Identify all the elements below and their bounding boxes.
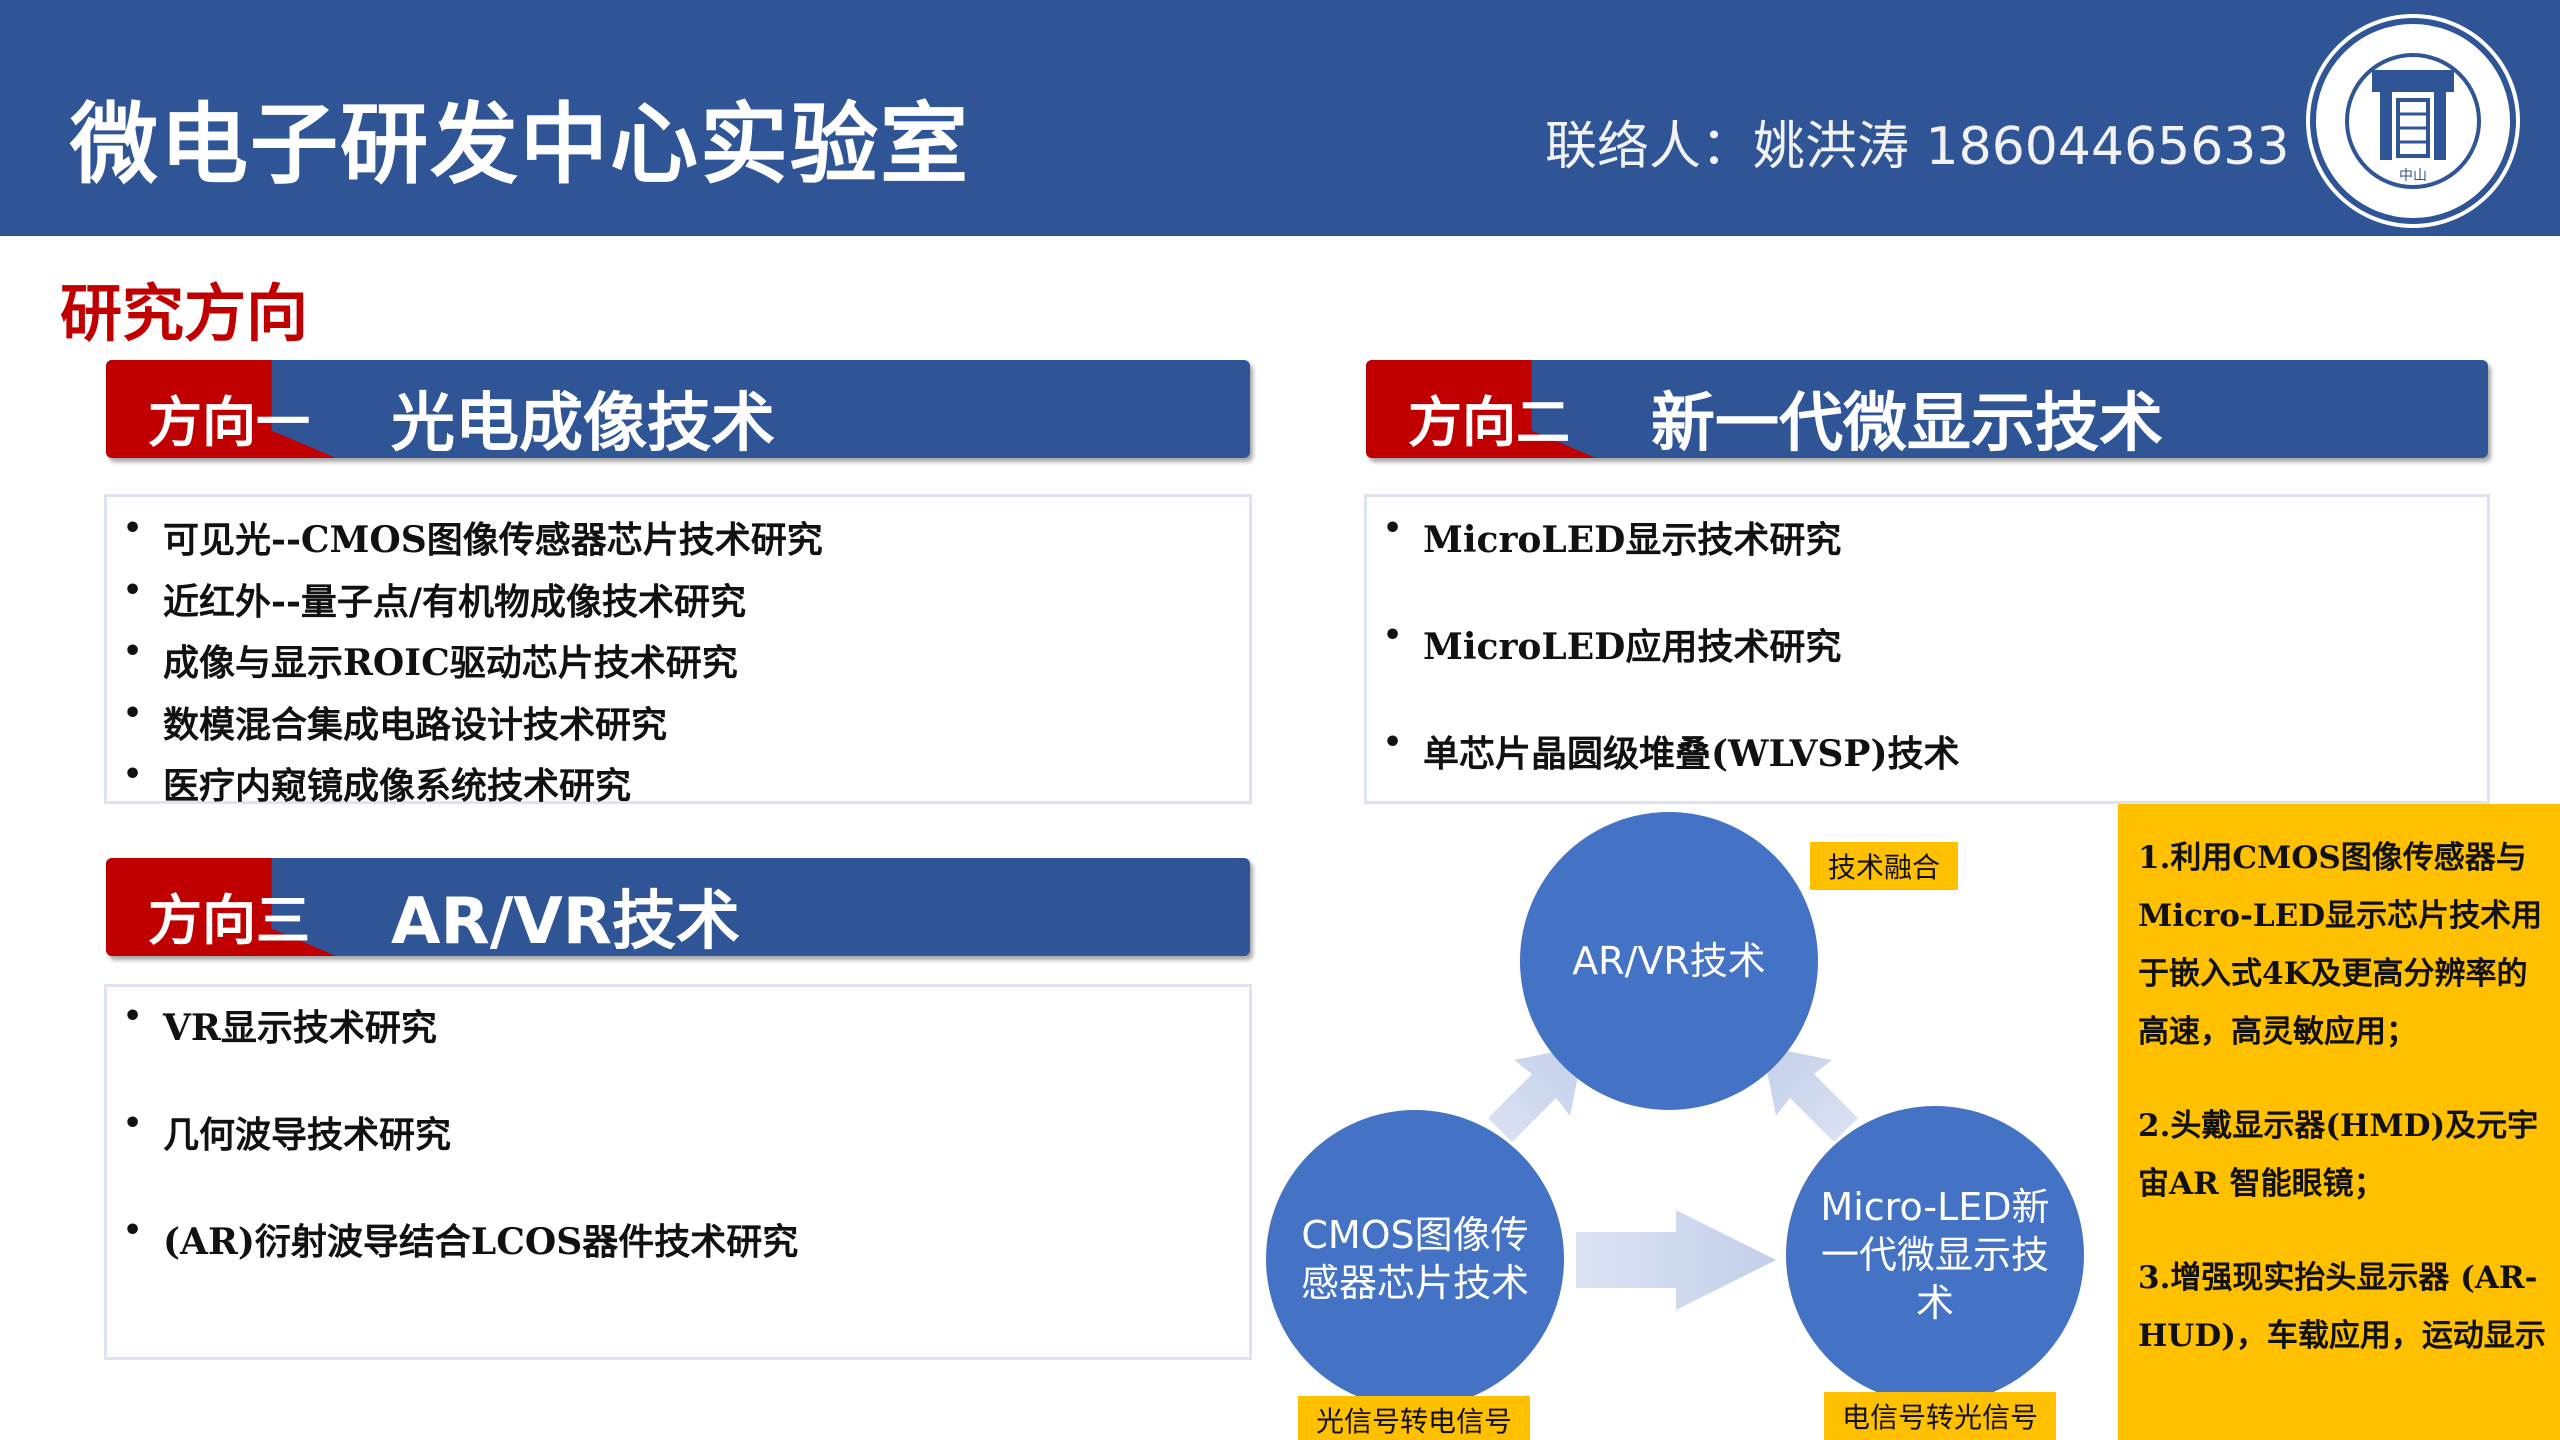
list-item: • (AR)衍射波导结合LCOS器件技术研究 bbox=[123, 1213, 799, 1263]
svg-text:中山: 中山 bbox=[2399, 168, 2427, 184]
note-electric-to-light: 电信号转光信号 bbox=[1824, 1392, 2057, 1440]
direction-1-tag: 方向一 bbox=[148, 391, 310, 454]
list-item: • MicroLED显示技术研究 bbox=[1383, 511, 1842, 561]
circle-cmos: CMOS图像传感器芯片技术 bbox=[1266, 1110, 1564, 1408]
contact-info: 联络人：姚洪涛 18604465633 bbox=[1545, 117, 2290, 177]
direction-3-list: • VR显示技术研究 • 几何波导技术研究 • (AR)衍射波导结合LCOS器件技术研… bbox=[104, 984, 1252, 1360]
panel-line: Micro-LED显示芯片技术用 bbox=[2138, 898, 2543, 934]
direction-2-name: 新一代微显示技术 bbox=[1651, 387, 2163, 461]
page-title: 微电子研发中心实验室 bbox=[70, 93, 971, 196]
panel-line: 1.利用CMOS图像传感器与 bbox=[2138, 840, 2527, 876]
note-light-to-electric: 光信号转电信号 bbox=[1298, 1396, 1531, 1440]
university-seal-icon: 中山 bbox=[2306, 14, 2520, 228]
arrow-right-icon bbox=[1576, 1210, 1776, 1310]
application-notes-panel: 1.利用CMOS图像传感器与 Micro-LED显示芯片技术用 于嵌入式4K及更… bbox=[2118, 804, 2560, 1440]
panel-line: 3.增强现实抬头显示器 (AR- bbox=[2138, 1260, 2538, 1296]
list-item: • 成像与显示ROIC驱动芯片技术研究 bbox=[123, 634, 738, 684]
direction-3-banner: 方向三 AR/VR技术 bbox=[106, 858, 1250, 959]
circle-ar-vr: AR/VR技术 bbox=[1520, 812, 1818, 1110]
direction-2-tag: 方向二 bbox=[1408, 391, 1570, 454]
list-item: • 近红外--量子点/有机物成像技术研究 bbox=[123, 573, 747, 623]
list-item: • 几何波导技术研究 bbox=[123, 1106, 452, 1156]
list-item: • MicroLED应用技术研究 bbox=[1383, 618, 1842, 668]
panel-line: HUD)，车载应用，运动显示 bbox=[2138, 1318, 2546, 1354]
direction-3-name: AR/VR技术 bbox=[391, 885, 740, 959]
panel-line: 高速，高灵敏应用； bbox=[2138, 1014, 2417, 1050]
panel-line: 2.头戴显示器(HMD)及元宇 bbox=[2138, 1108, 2539, 1144]
direction-1-list: • 可见光--CMOS图像传感器芯片技术研究 • 近红外--量子点/有机物成像技术研… bbox=[104, 494, 1252, 807]
panel-line: 于嵌入式4K及更高分辨率的 bbox=[2138, 956, 2528, 992]
panel-line: 宙AR 智能眼镜； bbox=[2138, 1166, 2385, 1202]
header-bar: 微电子研发中心实验室 联络人：姚洪涛 18604465633 中山 bbox=[0, 0, 2560, 236]
list-item: • 医疗内窥镜成像系统技术研究 bbox=[123, 757, 632, 807]
list-item: • 单芯片晶圆级堆叠(WLVSP)技术 bbox=[1383, 725, 1960, 775]
direction-3-tag: 方向三 bbox=[148, 889, 310, 952]
direction-1-name: 光电成像技术 bbox=[391, 387, 775, 461]
direction-1-banner: 方向一 光电成像技术 bbox=[106, 360, 1250, 461]
circle-micro-led: Micro-LED新一代微显示技术 bbox=[1786, 1106, 2084, 1404]
direction-2-list: • MicroLED显示技术研究 • MicroLED应用技术研究 • 单芯片晶圆级堆… bbox=[1364, 494, 2490, 804]
direction-2-banner: 方向二 新一代微显示技术 bbox=[1366, 360, 2488, 461]
list-item: • VR显示技术研究 bbox=[123, 999, 437, 1049]
note-tech-fusion: 技术融合 bbox=[1810, 842, 1959, 890]
list-item: • 可见光--CMOS图像传感器芯片技术研究 bbox=[123, 511, 823, 561]
section-title: 研究方向 bbox=[60, 277, 309, 350]
list-item: • 数模混合集成电路设计技术研究 bbox=[123, 696, 668, 746]
